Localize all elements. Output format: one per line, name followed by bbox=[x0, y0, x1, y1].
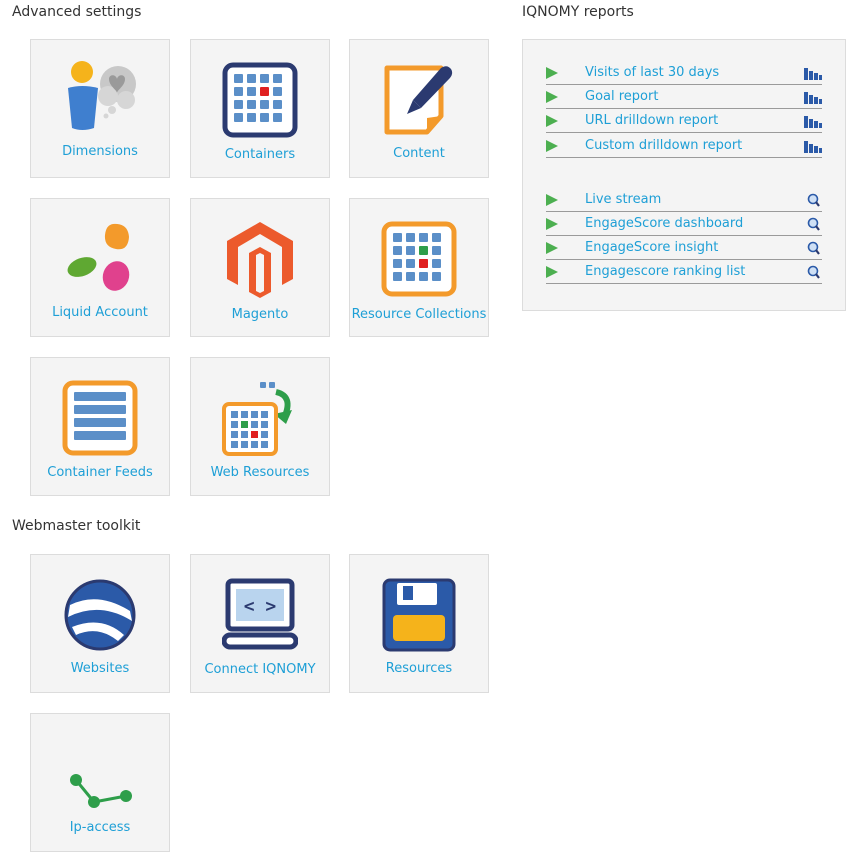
resource-collections-icon bbox=[350, 219, 488, 299]
websites-icon bbox=[31, 575, 169, 655]
tile-container-feeds[interactable]: Container Feeds bbox=[30, 357, 170, 496]
container-feeds-icon bbox=[31, 378, 169, 458]
connect-iqnomy-icon: < > bbox=[191, 575, 329, 655]
tile-websites[interactable]: Websites bbox=[30, 554, 170, 693]
tile-label: Liquid Account bbox=[52, 305, 148, 320]
bar-chart-icon bbox=[804, 68, 822, 80]
report-link-custom-drilldown[interactable]: Custom drilldown report bbox=[546, 135, 822, 158]
tile-label: Content bbox=[393, 146, 445, 161]
play-icon bbox=[546, 194, 558, 206]
resources-icon bbox=[350, 575, 488, 655]
tile-connect-iqnomy[interactable]: < > Connect IQNOMY bbox=[190, 554, 330, 693]
report-link-label: EngageScore dashboard bbox=[585, 216, 744, 231]
tile-dimensions[interactable]: Dimensions bbox=[30, 39, 170, 178]
tile-label: Container Feeds bbox=[47, 465, 153, 480]
report-link-live-stream[interactable]: Live stream bbox=[546, 189, 822, 212]
tile-web-resources[interactable]: Web Resources bbox=[190, 357, 330, 496]
containers-icon bbox=[191, 60, 329, 140]
play-icon bbox=[546, 218, 558, 230]
report-link-engagescore-dashboard[interactable]: EngageScore dashboard bbox=[546, 213, 822, 236]
liquid-account-icon bbox=[31, 219, 169, 299]
report-link-url-drilldown[interactable]: URL drilldown report bbox=[546, 110, 822, 133]
tile-label: Dimensions bbox=[62, 144, 138, 159]
play-icon bbox=[546, 266, 558, 278]
magnifier-icon bbox=[807, 217, 820, 231]
bar-chart-icon bbox=[804, 141, 822, 153]
tile-resources[interactable]: Resources bbox=[349, 554, 489, 693]
tile-label: Containers bbox=[224, 147, 296, 162]
tile-ip-access[interactable]: Ip-access bbox=[30, 713, 170, 852]
report-link-label: URL drilldown report bbox=[585, 113, 719, 128]
tile-liquid-account[interactable]: Liquid Account bbox=[30, 198, 170, 337]
webmaster-toolkit-title: Webmaster toolkit bbox=[12, 518, 141, 534]
report-link-label: Goal report bbox=[585, 89, 659, 104]
report-link-label: EngageScore insight bbox=[585, 240, 719, 255]
play-icon bbox=[546, 140, 558, 152]
play-icon bbox=[546, 115, 558, 127]
magnifier-icon bbox=[807, 241, 820, 255]
tile-magento[interactable]: Magento bbox=[190, 198, 330, 337]
content-icon bbox=[350, 60, 488, 140]
tile-label: Connect IQNOMY bbox=[204, 662, 316, 677]
play-icon bbox=[546, 242, 558, 254]
play-icon bbox=[546, 67, 558, 79]
dimensions-icon bbox=[31, 58, 169, 138]
tile-content[interactable]: Content bbox=[349, 39, 489, 178]
tile-label: Websites bbox=[70, 661, 130, 676]
magnifier-icon bbox=[807, 265, 820, 279]
svg-text:< >: < > bbox=[244, 596, 277, 617]
report-link-label: Visits of last 30 days bbox=[585, 65, 720, 80]
report-link-goal[interactable]: Goal report bbox=[546, 86, 822, 109]
report-link-engagescore-insight[interactable]: EngageScore insight bbox=[546, 237, 822, 260]
tile-resource-collections[interactable]: Resource Collections bbox=[349, 198, 489, 337]
ip-access-icon bbox=[31, 734, 169, 814]
bar-chart-icon bbox=[804, 92, 822, 104]
tile-label: Ip-access bbox=[69, 820, 131, 835]
play-icon bbox=[546, 91, 558, 103]
iqnomy-reports-title: IQNOMY reports bbox=[522, 4, 634, 20]
report-link-visits[interactable]: Visits of last 30 days bbox=[546, 62, 822, 85]
magento-icon bbox=[191, 219, 329, 299]
report-link-engagescore-ranking[interactable]: Engagescore ranking list bbox=[546, 261, 822, 284]
advanced-settings-title: Advanced settings bbox=[12, 4, 142, 20]
bar-chart-icon bbox=[804, 116, 822, 128]
report-link-label: Engagescore ranking list bbox=[585, 264, 746, 279]
web-resources-icon bbox=[191, 378, 329, 458]
tile-containers[interactable]: Containers bbox=[190, 39, 330, 178]
tile-label: Resources bbox=[385, 661, 453, 676]
tile-label: Resource Collections bbox=[351, 307, 487, 322]
tile-label: Web Resources bbox=[210, 465, 310, 480]
report-link-label: Live stream bbox=[585, 192, 662, 207]
iqnomy-reports-panel: Visits of last 30 days Goal report URL d… bbox=[522, 39, 846, 311]
tile-label: Magento bbox=[231, 307, 289, 322]
report-link-label: Custom drilldown report bbox=[585, 138, 743, 153]
magnifier-icon bbox=[807, 193, 820, 207]
